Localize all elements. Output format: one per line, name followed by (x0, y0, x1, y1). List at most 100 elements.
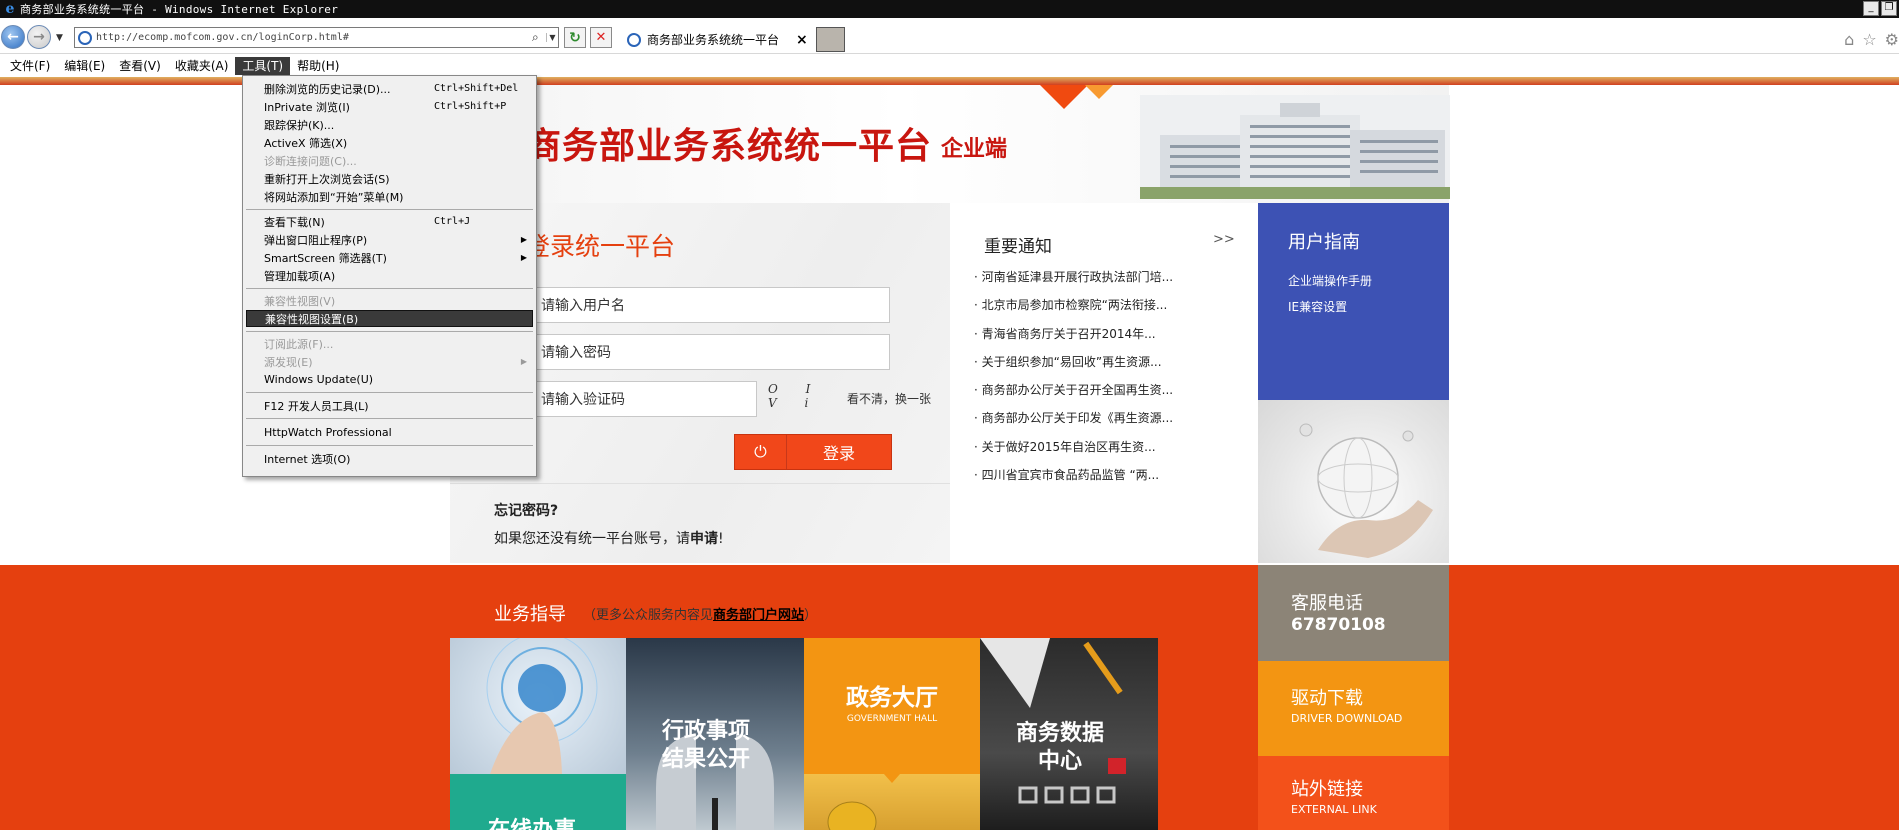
menu-item-subscribe-feed: 订阅此源(F)... (246, 335, 533, 352)
business-subtitle: （更多公众服务内容见商务部门户网站） (583, 604, 817, 623)
password-input[interactable]: 请输入密码 (532, 334, 890, 370)
business-sub-prefix: （更多公众服务内容见 (583, 608, 714, 623)
notice-item[interactable]: 关于组织参加“易回收”再生资源... (974, 353, 1198, 381)
stop-button[interactable]: ✕ (590, 27, 612, 48)
login-divider (450, 483, 950, 484)
tile-hall-label: 政务大厅 (846, 685, 938, 711)
site-title: 商务部业务系统统一平台 (525, 125, 933, 167)
tile-tech-graphic (486, 638, 598, 774)
menu-edit[interactable]: 编辑(E) (57, 57, 112, 75)
guide-link-manual[interactable]: 企业端操作手册 (1288, 272, 1372, 289)
portal-link[interactable]: 商务部门户网站 (713, 608, 804, 623)
menu-tools[interactable]: 工具(T) (235, 56, 291, 75)
tab-close-button[interactable]: × (796, 32, 814, 48)
menu-item-f12-devtools[interactable]: F12 开发人员工具(L) (246, 397, 533, 414)
tile-admin-results[interactable]: 行政事项 结果公开 (626, 638, 804, 830)
menu-item-add-to-start[interactable]: 将网站添加到“开始”菜单(M) (246, 188, 533, 205)
forward-icon: → (33, 29, 45, 45)
menu-item-inprivate[interactable]: InPrivate 浏览(I) Ctrl+Shift+P (246, 98, 533, 115)
business-sub-suffix: ） (804, 608, 818, 623)
menu-file[interactable]: 文件(F) (3, 57, 57, 75)
menu-view[interactable]: 查看(V) (112, 57, 168, 75)
tile-online-service[interactable]: 在线办事 (450, 774, 626, 830)
menu-item-tracking-protection[interactable]: 跟踪保护(K)... (246, 116, 533, 133)
menu-item-compat-view-settings[interactable]: 兼容性视图设置(B) (246, 310, 533, 327)
tile-hall-image[interactable] (804, 774, 980, 830)
menu-help[interactable]: 帮助(H) (290, 57, 346, 75)
forgot-password-link[interactable]: 忘记密码? (494, 500, 558, 520)
menu-item-label: Windows Update(U) (264, 373, 374, 386)
menu-item-label: F12 开发人员工具(L) (264, 399, 369, 413)
menu-item-compat-view: 兼容性视图(V) (246, 292, 533, 309)
menu-item-diagnose: 诊断连接问题(C)... (246, 152, 533, 169)
address-dropdown-icon[interactable]: ▼ (546, 33, 558, 42)
browser-toolbar-icons: ⌂ ☆ ⚙ (1844, 30, 1899, 49)
no-account-suffix: ! (718, 531, 724, 547)
menu-item-internet-options[interactable]: Internet 选项(O) (246, 450, 533, 467)
notice-item[interactable]: 青海省商务厅关于召开2014年... (974, 325, 1198, 353)
menu-item-label: Internet 选项(O) (264, 452, 351, 466)
menu-separator (246, 392, 533, 393)
notice-more-link[interactable]: >> (1213, 232, 1235, 247)
submenu-arrow-icon: ▶ (520, 235, 527, 244)
captcha-image[interactable]: O I V i (768, 382, 840, 410)
menu-item-activex-filter[interactable]: ActiveX 筛选(X) (246, 134, 533, 151)
apply-link[interactable]: 申请 (690, 531, 718, 547)
menu-item-label: InPrivate 浏览(I) (264, 100, 350, 114)
address-bar[interactable]: http://ecomp.mofcom.gov.cn/loginCorp.htm… (74, 27, 559, 48)
notice-item[interactable]: 商务部办公厅关于召开全国再生资... (974, 381, 1198, 409)
menu-item-label: 查看下载(N) (264, 215, 325, 229)
history-dropdown-icon[interactable]: ▼ (56, 33, 63, 43)
menu-favorites[interactable]: 收藏夹(A) (168, 57, 236, 75)
menu-item-popup-blocker[interactable]: 弹出窗口阻止程序(P) ▶ (246, 231, 533, 248)
no-account-text: 如果您还没有统一平台账号，请申请! (494, 528, 724, 548)
refresh-button[interactable]: ↻ (564, 27, 586, 48)
gear-icon[interactable]: ⚙ (1885, 30, 1899, 49)
back-button[interactable]: ← (1, 25, 25, 49)
menu-item-view-downloads[interactable]: 查看下载(N) Ctrl+J (246, 213, 533, 230)
menu-item-label: 跟踪保护(K)... (264, 118, 335, 132)
tile-data-label: 商务数据 中心 (1016, 721, 1105, 774)
menu-item-label: 诊断连接问题(C)... (264, 154, 357, 168)
guide-link-ie-compat[interactable]: IE兼容设置 (1288, 298, 1347, 315)
tile-tech-image[interactable] (450, 638, 626, 774)
tile-hall-graphic (827, 774, 900, 830)
username-input[interactable]: 请输入用户名 (532, 287, 890, 323)
external-link-title: 站外链接 (1291, 779, 1363, 800)
tile-government-hall[interactable]: 政务大厅 GOVERNMENT HALL (804, 638, 980, 774)
tile-commerce-data[interactable]: 商务数据 中心 (980, 638, 1158, 830)
notice-item[interactable]: 北京市局参加市检察院“两法衔接... (974, 296, 1198, 324)
browser-tab[interactable]: 商务部业务系统统一平台 × (618, 27, 814, 52)
login-button[interactable]: ⏻ 登录 (734, 434, 892, 470)
captcha-placeholder: 请输入验证码 (541, 392, 625, 408)
address-url[interactable]: http://ecomp.mofcom.gov.cn/loginCorp.htm… (96, 32, 532, 43)
login-button-label: 登录 (822, 444, 855, 463)
home-icon[interactable]: ⌂ (1844, 30, 1854, 49)
site-subtitle: 企业端 (941, 136, 1008, 162)
stop-icon: ✕ (595, 30, 607, 45)
menu-item-delete-history[interactable]: 删除浏览的历史记录(D)... Ctrl+Shift+Del (246, 80, 533, 97)
header-triangle-decoration-small (1085, 85, 1113, 99)
notice-item[interactable]: 河南省延津县开展行政执法部门培... (974, 268, 1198, 296)
menu-item-shortcut: Ctrl+J (434, 216, 471, 227)
menu-item-httpwatch[interactable]: HttpWatch Professional (246, 424, 533, 441)
search-icon[interactable]: ⌕ (532, 30, 546, 45)
captcha-refresh-link[interactable]: 看不清，换一张 (847, 390, 931, 407)
menu-separator (246, 209, 533, 210)
building-image (1140, 95, 1450, 199)
notice-item[interactable]: 四川省宜宾市食品药品监管 “两... (974, 466, 1198, 494)
restore-button[interactable]: ❐ (1881, 1, 1897, 16)
new-tab-button[interactable] (816, 27, 845, 52)
forward-button[interactable]: → (27, 25, 51, 49)
menu-item-label: 订阅此源(F)... (264, 337, 334, 351)
minimize-button[interactable]: _ (1863, 1, 1879, 16)
ie-logo-icon: e (5, 1, 15, 17)
notice-item[interactable]: 关于做好2015年自治区再生资... (974, 438, 1198, 466)
star-icon[interactable]: ☆ (1862, 30, 1876, 49)
captcha-input[interactable]: 请输入验证码 (532, 381, 757, 417)
menu-item-manage-addons[interactable]: 管理加载项(A) (246, 267, 533, 284)
menu-item-smartscreen[interactable]: SmartScreen 筛选器(T) ▶ (246, 249, 533, 266)
menu-item-reopen-session[interactable]: 重新打开上次浏览会话(S) (246, 170, 533, 187)
menu-item-windows-update[interactable]: Windows Update(U) (246, 371, 533, 388)
notice-item[interactable]: 商务部办公厅关于印发《再生资源... (974, 409, 1198, 437)
